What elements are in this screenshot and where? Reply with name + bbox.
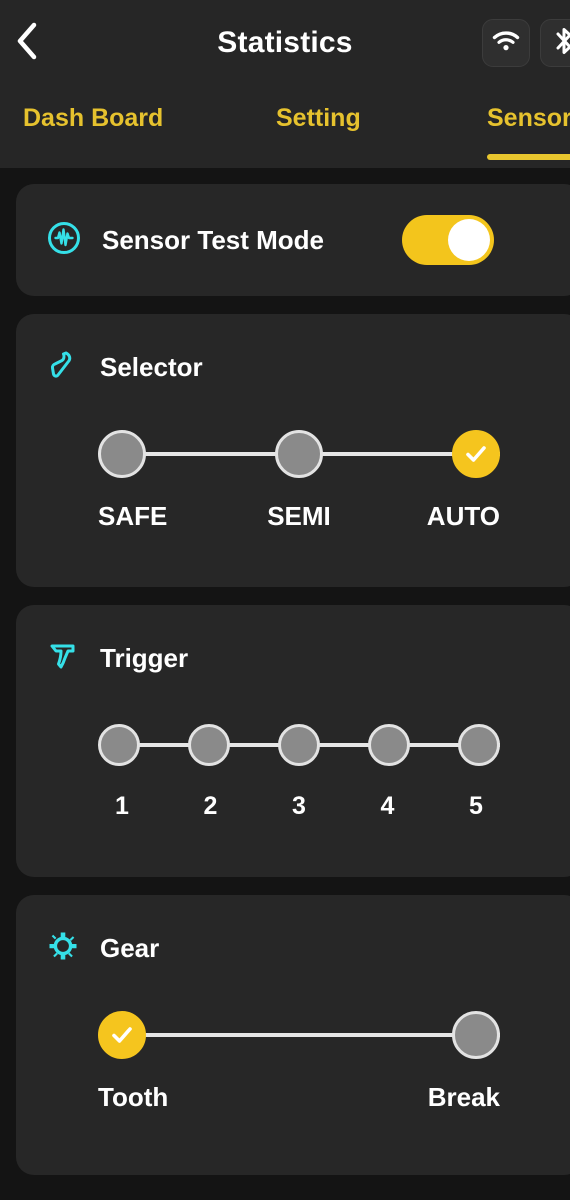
gear-header: Gear	[16, 895, 570, 968]
trigger-node-3[interactable]	[278, 724, 320, 766]
selector-labels: SAFE SEMI AUTO	[16, 501, 570, 532]
selector-nodes	[98, 423, 500, 485]
wifi-button[interactable]	[482, 19, 530, 67]
trigger-label-5: 5	[469, 792, 483, 820]
trigger-node-4[interactable]	[368, 724, 410, 766]
sensor-test-mode-toggle[interactable]	[402, 215, 494, 265]
bluetooth-button[interactable]	[540, 19, 570, 67]
selector-label-auto: AUTO	[426, 501, 500, 531]
gear-stepper	[16, 1004, 570, 1066]
trigger-header: Trigger	[16, 605, 570, 678]
tab-bar: Dash Board Setting Sensor	[0, 86, 570, 168]
gear-nodes	[98, 1004, 500, 1066]
card-sensor-test-mode: Sensor Test Mode	[16, 184, 570, 296]
tab-setting[interactable]: Setting	[276, 104, 361, 133]
trigger-nodes	[98, 714, 500, 776]
gear-icon	[46, 929, 80, 968]
trigger-labels: 1 2 3 4 5	[16, 792, 570, 821]
fire-selector-icon	[46, 348, 80, 387]
active-tab-indicator	[487, 154, 570, 160]
app-header: Statistics	[0, 0, 570, 86]
bluetooth-icon	[553, 26, 570, 61]
content-area: Sensor Test Mode Selector SAFE SEMI AUTO…	[0, 168, 570, 1175]
trigger-node-2[interactable]	[188, 724, 230, 766]
card-selector: Selector SAFE SEMI AUTO	[16, 314, 570, 587]
selector-node-safe[interactable]	[98, 430, 146, 478]
selector-node-auto[interactable]	[452, 430, 500, 478]
trigger-label: Trigger	[100, 643, 189, 673]
card-trigger: Trigger 1 2 3 4 5	[16, 605, 570, 877]
trigger-label-2: 2	[203, 792, 218, 820]
trigger-label-1: 1	[115, 792, 129, 820]
trigger-label-3: 3	[292, 792, 306, 820]
gear-node-tooth[interactable]	[98, 1011, 146, 1059]
card-gear: Gear Tooth Break	[16, 895, 570, 1175]
trigger-node-1[interactable]	[98, 724, 140, 766]
tab-sensor[interactable]: Sensor	[487, 104, 570, 133]
trigger-label-4: 4	[380, 792, 395, 820]
selector-label-safe: SAFE	[98, 501, 168, 531]
sensor-circle-icon	[46, 220, 82, 261]
check-icon	[466, 446, 486, 462]
gear-label-tooth: Tooth	[98, 1082, 169, 1112]
selector-node-semi[interactable]	[275, 430, 323, 478]
selector-stepper	[16, 423, 570, 485]
wifi-icon	[492, 30, 520, 57]
trigger-icon	[46, 639, 80, 678]
check-icon	[112, 1027, 132, 1043]
gear-node-break[interactable]	[452, 1011, 500, 1059]
tab-dash-board[interactable]: Dash Board	[23, 104, 163, 133]
selector-label: Selector	[100, 352, 203, 382]
status-icon-group	[482, 19, 570, 67]
app-screen: Statistics Dash Board Setting Sensor Sen…	[0, 0, 570, 1200]
trigger-node-5[interactable]	[458, 724, 500, 766]
sensor-test-mode-label: Sensor Test Mode	[102, 224, 325, 255]
selector-header: Selector	[16, 314, 570, 387]
toggle-knob	[448, 219, 490, 261]
selector-label-semi: SEMI	[267, 501, 331, 531]
trigger-stepper	[16, 714, 570, 776]
gear-labels: Tooth Break	[16, 1082, 570, 1113]
gear-label: Gear	[100, 933, 160, 963]
gear-label-break: Break	[427, 1082, 500, 1112]
